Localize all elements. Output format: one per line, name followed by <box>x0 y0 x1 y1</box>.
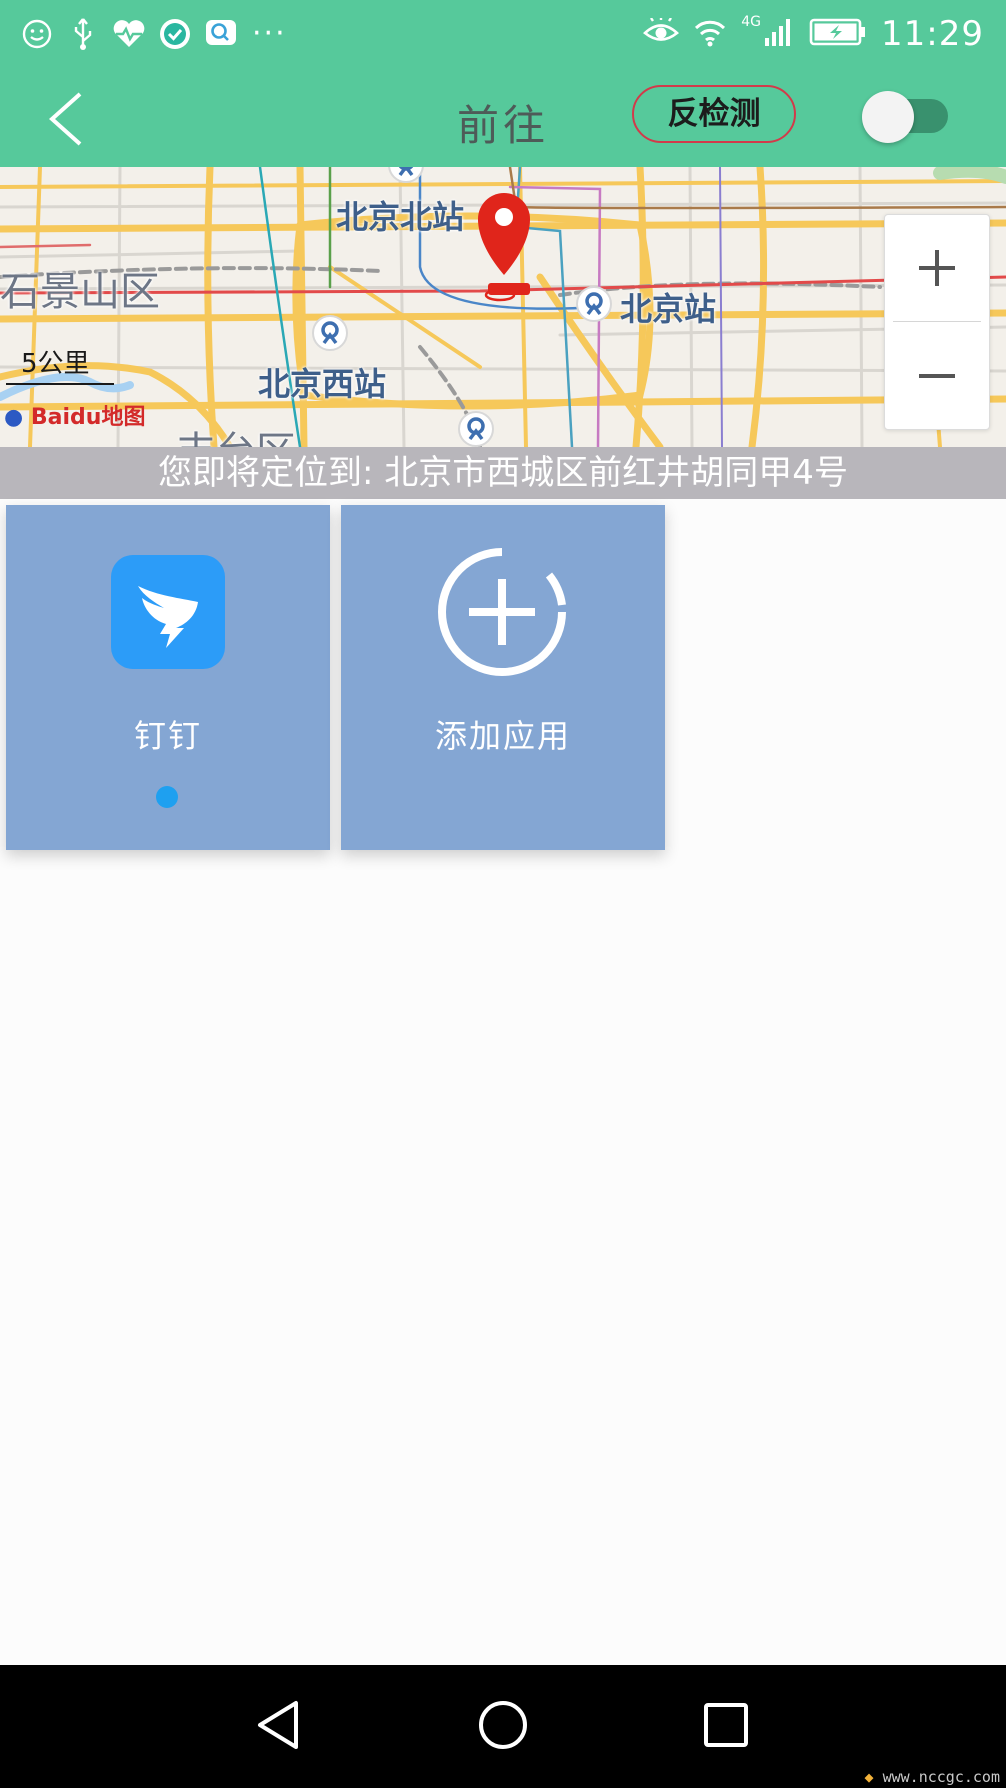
add-app-tile[interactable]: 添加应用 <box>341 505 665 850</box>
map-label-fengtai-district: 丰台区 <box>176 419 296 447</box>
network-type: 4G <box>741 14 762 30</box>
map-label-beijing-north-station: 北京北站 <box>336 198 465 236</box>
nav-recents-button[interactable] <box>696 1695 756 1755</box>
active-indicator-dot <box>156 786 178 808</box>
watermark-logo-icon: ◆ <box>864 1768 874 1786</box>
anti-detection-toggle[interactable] <box>862 91 952 143</box>
nav-back-button[interactable] <box>250 1695 310 1755</box>
message-icon <box>204 17 238 51</box>
more-notifications-icon: ··· <box>252 16 287 51</box>
map-zoom-control <box>884 214 990 430</box>
minus-icon <box>919 374 955 378</box>
app-top-area: ··· 4G 11:29 前往 反检测 <box>0 0 1006 167</box>
toggle-thumb <box>862 91 914 143</box>
railway-station-icon <box>310 313 350 353</box>
app-tile-label: 钉钉 <box>133 717 202 755</box>
zoom-in-button[interactable] <box>885 215 989 321</box>
triangle-back-icon <box>258 1701 298 1749</box>
eye-icon <box>643 17 680 50</box>
map-provider-logo-text: Baidu地图 <box>30 405 146 430</box>
dingtalk-wing-icon <box>138 586 198 648</box>
paw-icon: ● <box>4 405 24 430</box>
anti-detection-button[interactable]: 反检测 <box>632 85 796 143</box>
railway-station-icon <box>386 167 426 185</box>
map-scale-text: 5公里 <box>21 349 90 379</box>
system-nav-bar: ◆ www.nccgc.com <box>0 1665 1006 1788</box>
zoom-out-button[interactable] <box>885 323 989 429</box>
clock: 11:29 <box>881 14 984 54</box>
status-bar-system: 4G 11:29 <box>643 14 984 54</box>
app-tile-dingtalk[interactable]: 钉钉 <box>6 505 330 850</box>
smiley-icon <box>20 17 54 51</box>
location-pin <box>478 193 530 302</box>
dingtalk-app-icon <box>111 555 225 669</box>
status-bar-notifications: ··· <box>20 17 287 51</box>
check-app-icon <box>158 17 192 51</box>
map-label-beijing-west-station: 北京西站 <box>258 365 387 403</box>
railway-station-icon <box>574 284 614 324</box>
circle-home-icon <box>479 1701 527 1749</box>
zoom-divider <box>893 321 981 322</box>
map-view[interactable]: 北京北站 北京站 北京西站 石景山区 丰台区 5公里 ● Baidu地图 <box>0 167 1006 447</box>
map-scale: 5公里 <box>6 349 114 385</box>
map-label-beijing-station: 北京站 <box>620 290 717 328</box>
railway-station-icon <box>456 409 496 447</box>
signal-icon <box>763 16 795 52</box>
square-recents-icon <box>704 1703 748 1747</box>
usb-icon <box>66 17 100 51</box>
map-provider-logo: ● Baidu地图 <box>4 399 145 431</box>
nav-home-button[interactable] <box>473 1695 533 1755</box>
add-app-label: 添加应用 <box>434 717 571 755</box>
watermark-text: www.nccgc.com <box>882 1768 1000 1786</box>
status-bar: ··· 4G 11:29 <box>0 0 1006 70</box>
wifi-icon <box>693 17 727 51</box>
app-header: 前往 反检测 <box>0 70 1006 167</box>
watermark: ◆ www.nccgc.com <box>865 1768 1000 1786</box>
plus-icon <box>919 250 955 286</box>
target-location-banner: 您即将定位到: 北京市西城区前红井胡同甲4号 <box>0 447 1006 499</box>
battery-charging-icon <box>809 17 867 51</box>
page-title: 前往 <box>456 101 549 150</box>
map-scale-bar <box>6 383 114 385</box>
health-icon <box>112 17 146 51</box>
map-label-shijingshan-district: 石景山区 <box>0 269 160 315</box>
add-circle-icon <box>438 548 566 676</box>
